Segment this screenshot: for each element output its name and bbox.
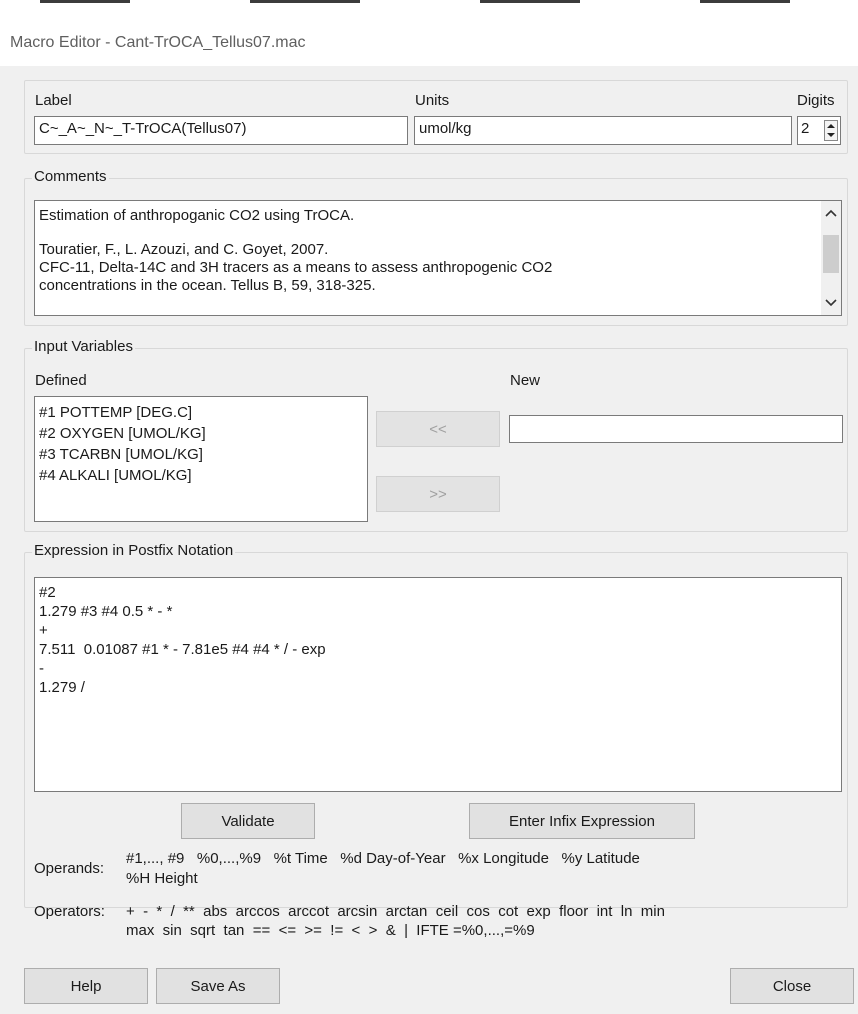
comment-line: Touratier, F., L. Azouzi, and C. Goyet, … [39,241,329,258]
comments-scroll-thumb[interactable] [823,235,839,273]
expression-legend: Expression in Postfix Notation [32,542,236,559]
comment-line: concentrations in the ocean. Tellus B, 5… [39,277,376,294]
add-variable-button[interactable]: << [376,411,500,447]
defined-variables-list[interactable]: #1 POTTEMP [DEG.C] #2 OXYGEN [UMOL/KG] #… [34,396,368,522]
remove-variable-button[interactable]: >> [376,476,500,512]
digits-spinbox[interactable]: 2 [797,116,841,145]
list-item[interactable]: #3 TCARBN [UMOL/KG] [39,444,363,465]
list-item[interactable]: #1 POTTEMP [DEG.C] [39,402,363,423]
comment-line: Estimation of anthropoganic CO2 using Tr… [39,207,355,224]
expression-line: + [39,622,48,639]
expression-line: #2 [39,584,56,601]
digits-caption: Digits [797,92,835,109]
units-input[interactable]: umol/kg [414,116,792,145]
save-as-button[interactable]: Save As [156,968,280,1004]
help-button[interactable]: Help [24,968,148,1004]
operators-line2: max sin sqrt tan == <= >= != < > & | IFT… [126,922,535,939]
comments-scrollbar[interactable] [821,201,841,315]
list-item[interactable]: #4 ALKALI [UMOL/KG] [39,465,363,486]
operands-caption: Operands: [34,860,105,877]
label-caption: Label [35,92,72,109]
comments-legend: Comments [32,168,109,185]
expression-line: - [39,660,44,677]
chevron-down-icon[interactable] [821,293,841,313]
window-title: Macro Editor - Cant-TrOCA_Tellus07.mac [10,34,306,51]
chevron-up-icon[interactable] [821,203,841,223]
operators-line1: + - * / ** abs arccos arccot arcsin arct… [126,903,665,920]
expression-line: 1.279 #3 #4 0.5 * - * [39,603,173,620]
operands-line2: %H Height [126,870,198,887]
digits-value: 2 [801,120,810,137]
label-input[interactable]: C~_A~_N~_T-TrOCA(Tellus07) [34,116,408,145]
enter-infix-expression-button[interactable]: Enter Infix Expression [469,803,695,839]
new-variable-input[interactable] [509,415,843,443]
input-variables-legend: Input Variables [32,338,135,355]
operators-caption: Operators: [34,903,105,920]
expression-line: 1.279 / [39,679,85,696]
expression-line: 7.511 0.01087 #1 * - 7.81e5 #4 #4 * / - … [39,641,326,658]
comments-textarea[interactable]: Estimation of anthropoganic CO2 using Tr… [34,200,842,316]
comment-line: CFC-11, Delta-14C and 3H tracers as a me… [39,259,553,276]
close-button[interactable]: Close [730,968,854,1004]
defined-caption: Defined [35,372,87,389]
list-item[interactable]: #2 OXYGEN [UMOL/KG] [39,423,363,444]
title-bar[interactable]: Macro Editor - Cant-TrOCA_Tellus07.mac [0,4,858,66]
new-caption: New [510,372,541,389]
operands-line1: #1,..., #9 %0,...,%9 %t Time %d Day-of-Y… [126,850,640,867]
expression-textarea[interactable]: #2 1.279 #3 #4 0.5 * - * + 7.511 0.01087… [34,577,842,792]
spin-up-down-icon[interactable] [824,120,838,141]
units-caption: Units [415,92,450,109]
validate-button[interactable]: Validate [181,803,315,839]
